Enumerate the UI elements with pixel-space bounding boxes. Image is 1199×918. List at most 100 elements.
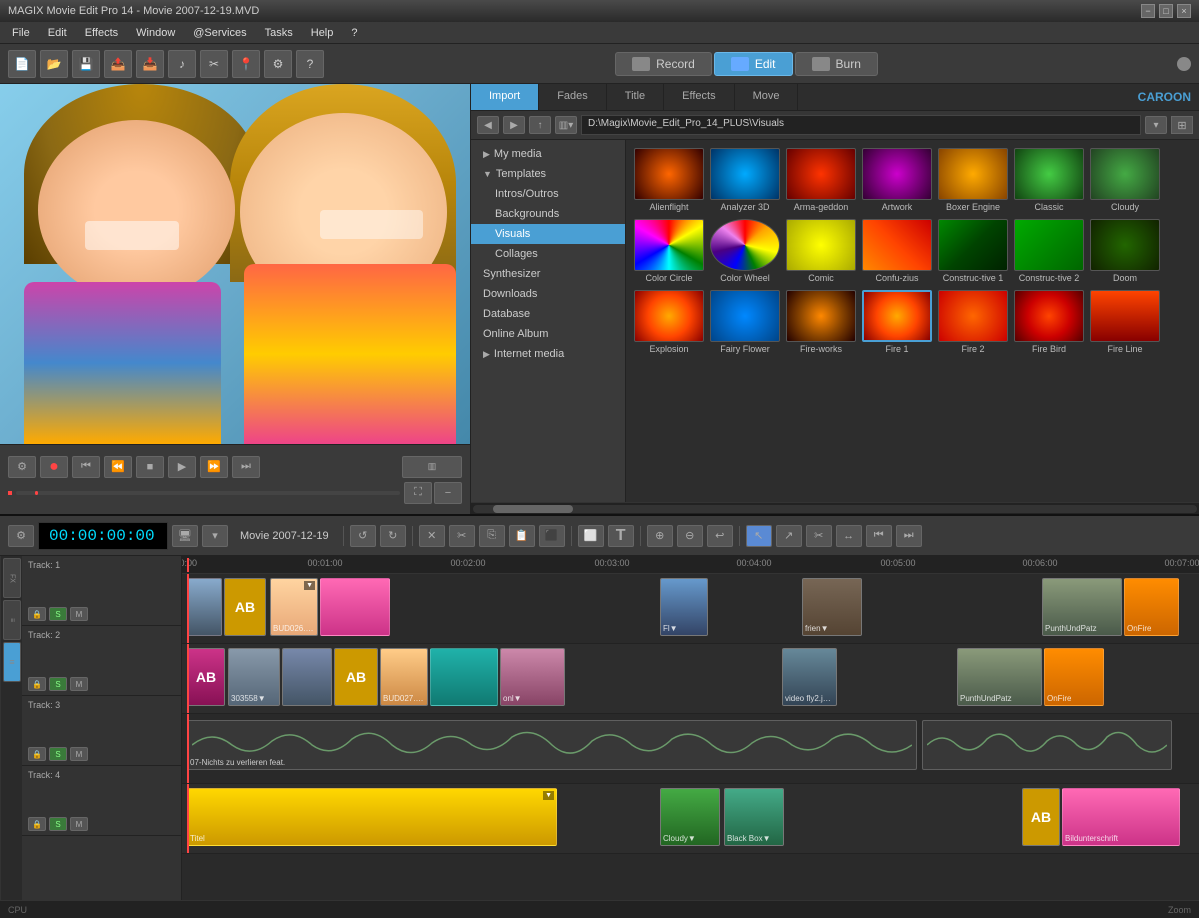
menu-services[interactable]: @Services	[185, 25, 254, 41]
track-4-solo[interactable]: S	[49, 817, 67, 831]
redo-button[interactable]: ↻	[380, 525, 406, 547]
next-button[interactable]: ⏭	[232, 456, 260, 478]
media-fireline[interactable]: Fire Line	[1090, 290, 1160, 355]
marker-button[interactable]: 📍	[232, 50, 260, 78]
track-4-lock[interactable]: 🔒	[28, 817, 46, 831]
track-2-solo[interactable]: S	[49, 677, 67, 691]
menu-tasks[interactable]: Tasks	[257, 25, 301, 41]
minimize-button[interactable]: −	[1141, 4, 1155, 18]
back-frame-button[interactable]: ↩	[707, 525, 733, 547]
tl-settings-button[interactable]: ⚙	[8, 525, 34, 547]
glue-button[interactable]: ⬛	[539, 525, 565, 547]
rewind-button[interactable]: ⏪	[104, 456, 132, 478]
browser-hscroll[interactable]	[471, 502, 1199, 514]
media-cloudy[interactable]: Cloudy	[1090, 148, 1160, 213]
tree-backgrounds[interactable]: Backgrounds	[471, 204, 625, 224]
maximize-button[interactable]: □	[1159, 4, 1173, 18]
copy-button[interactable]: ⎘	[479, 525, 505, 547]
tab-import[interactable]: Import	[471, 84, 539, 110]
clip-t1-ab[interactable]: AB	[224, 578, 266, 636]
media-boxer[interactable]: Boxer Engine	[938, 148, 1008, 213]
clip-t2-1[interactable]: AB	[187, 648, 225, 706]
media-confuzius[interactable]: Confu-zius	[862, 219, 932, 284]
trim-button[interactable]: ⬜	[578, 525, 604, 547]
next-marker[interactable]: ⏭	[896, 525, 922, 547]
clip-t2-onfire2[interactable]: OnFire	[1044, 648, 1104, 706]
clip-t2-ab2[interactable]: AB	[334, 648, 378, 706]
clip-t1-pink1[interactable]	[320, 578, 390, 636]
burn-mode-button[interactable]: Burn	[795, 52, 878, 76]
tree-visuals[interactable]: Visuals	[471, 224, 625, 244]
menu-window[interactable]: Window	[128, 25, 183, 41]
scrub-bar[interactable]	[16, 491, 400, 495]
tl-dropdown-button[interactable]: ▾	[202, 525, 228, 547]
clip-t1-punth[interactable]: PunthUndPatz	[1042, 578, 1122, 636]
media-alienflight[interactable]: Alienflight	[634, 148, 704, 213]
clip-t4-ab3[interactable]: AB	[1022, 788, 1060, 846]
audio-button[interactable]: ♪	[168, 50, 196, 78]
clip-t1-img2[interactable]: Fl▼	[660, 578, 708, 636]
track-1-lock[interactable]: 🔒	[28, 607, 46, 621]
help-tool-button[interactable]: ?	[296, 50, 324, 78]
media-classic[interactable]: Classic	[1014, 148, 1084, 213]
export-button[interactable]: 📤	[104, 50, 132, 78]
folder-dropdown[interactable]: ▥▾	[555, 116, 577, 134]
prev-marker[interactable]: ⏮	[866, 525, 892, 547]
fullscreen-button[interactable]: ⛶	[404, 482, 432, 504]
clip-t1-1[interactable]	[187, 578, 222, 636]
menu-help-icon[interactable]: ?	[343, 25, 365, 41]
close-btn[interactable]: ✕	[419, 525, 445, 547]
forward-button[interactable]: ⏩	[200, 456, 228, 478]
media-doom[interactable]: Doom	[1090, 219, 1160, 284]
clip-t3-audio2[interactable]	[922, 720, 1172, 770]
clip-t2-punth2[interactable]: PunthUndPatz	[957, 648, 1042, 706]
media-armageddon[interactable]: Arma-geddon	[786, 148, 856, 213]
split-button[interactable]: ✂	[200, 50, 228, 78]
clip-t4-blackbox[interactable]: Black Box▼	[724, 788, 784, 846]
tree-collages[interactable]: Collages	[471, 244, 625, 264]
clip-t2-img1[interactable]: 303558▼	[228, 648, 280, 706]
tree-online-album[interactable]: Online Album	[471, 324, 625, 344]
up-button[interactable]: ↑	[529, 116, 551, 134]
clip-t1-img3[interactable]: frien▼	[802, 578, 862, 636]
mixer-button[interactable]: ≡	[3, 600, 21, 640]
text-button[interactable]: T	[608, 525, 634, 547]
media-fairy[interactable]: Fairy Flower	[710, 290, 780, 355]
menu-edit[interactable]: Edit	[40, 25, 75, 41]
media-colorwheel[interactable]: Color Wheel	[710, 219, 780, 284]
record-mode-button[interactable]: Record	[615, 52, 712, 76]
track-2-lock[interactable]: 🔒	[28, 677, 46, 691]
prev-button[interactable]: ⏮	[72, 456, 100, 478]
menu-help[interactable]: Help	[303, 25, 342, 41]
move-tool[interactable]: ↖	[746, 525, 772, 547]
clip-t1-bud[interactable]: BUD026.JPG ▼	[270, 578, 318, 636]
paste-button[interactable]: 📋	[509, 525, 535, 547]
tree-intros[interactable]: Intros/Outros	[471, 184, 625, 204]
menu-effects[interactable]: Effects	[77, 25, 126, 41]
media-firebird[interactable]: Fire Bird	[1014, 290, 1084, 355]
edit-mode-button[interactable]: Edit	[714, 52, 793, 76]
media-explosion[interactable]: Explosion	[634, 290, 704, 355]
media-fireworks[interactable]: Fire-works	[786, 290, 856, 355]
track-2-mute[interactable]: M	[70, 677, 88, 691]
tab-fades[interactable]: Fades	[539, 84, 607, 110]
razor-tool[interactable]: ✂	[806, 525, 832, 547]
clip-t2-bud2[interactable]: BUD027.JPG▼	[380, 648, 428, 706]
track-1-mute[interactable]: M	[70, 607, 88, 621]
tab-move[interactable]: Move	[735, 84, 799, 110]
clip-t2-teal[interactable]	[430, 648, 498, 706]
tree-downloads[interactable]: Downloads	[471, 284, 625, 304]
back-button[interactable]: ◀	[477, 116, 499, 134]
clip-t4-bildunterschrift[interactable]: Bildunterschrift	[1062, 788, 1180, 846]
close-button[interactable]: ×	[1177, 4, 1191, 18]
media-colorcircle[interactable]: Color Circle	[634, 219, 704, 284]
clip-t4-yellow[interactable]: Titel ▼	[187, 788, 557, 846]
unlink-button[interactable]: ⊖	[677, 525, 703, 547]
media-fire2[interactable]: Fire 2	[938, 290, 1008, 355]
save-button[interactable]: 💾	[72, 50, 100, 78]
zoom-out-button[interactable]: −	[434, 482, 462, 504]
track-3-mute[interactable]: M	[70, 747, 88, 761]
tree-database[interactable]: Database	[471, 304, 625, 324]
track-3-lock[interactable]: 🔒	[28, 747, 46, 761]
record-button[interactable]: ●	[40, 456, 68, 478]
